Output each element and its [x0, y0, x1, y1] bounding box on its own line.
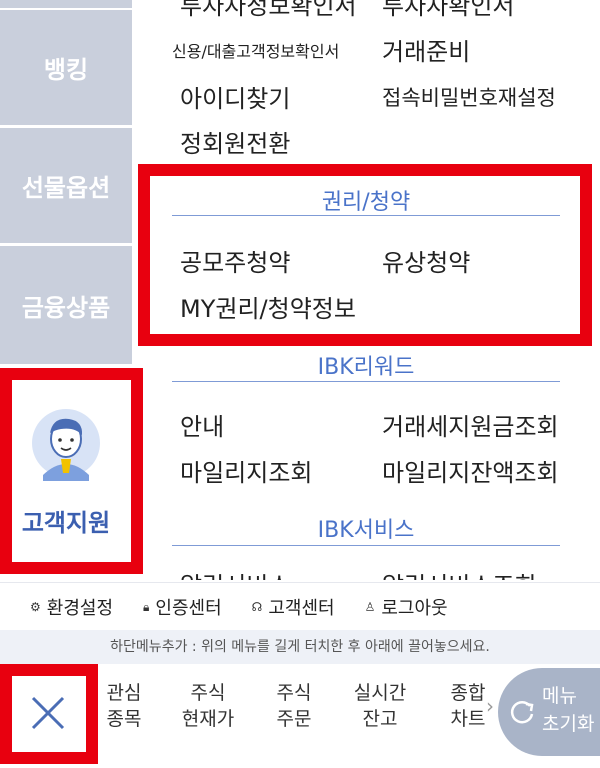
- bottom-menu-chart[interactable]: 종합 차트: [446, 680, 490, 732]
- bottom-menu-watchlist[interactable]: 관심 종목: [104, 680, 144, 732]
- bottom-menu-label: 종합: [450, 682, 486, 704]
- sidebar-item-banking[interactable]: 뱅킹: [0, 10, 132, 125]
- settings-link[interactable]: ⚙ 환경설정: [30, 594, 113, 620]
- chevron-right-icon: ›: [486, 694, 494, 718]
- utility-bar: ⚙ 환경설정 🔒︎ 인증센터 ☊ 고객센터 ♙ 로그아웃: [0, 582, 600, 631]
- menu-item-mileage[interactable]: 마일리지조회: [180, 453, 312, 488]
- menu-item-guide[interactable]: 안내: [180, 407, 224, 442]
- highlight-box-close: [0, 664, 98, 764]
- reset-label: 초기화: [542, 713, 595, 735]
- bottom-menu-realtime-balance[interactable]: 실시간 잔고: [350, 680, 410, 732]
- refresh-icon: [510, 701, 534, 724]
- headset-icon: ☊: [251, 600, 263, 614]
- gear-icon: ⚙: [30, 600, 41, 614]
- bottom-menu-label: 주식: [190, 682, 226, 704]
- sidebar-item-label: 뱅킹: [43, 56, 89, 84]
- menu-item-investor-confirm[interactable]: 투자자확인서: [382, 0, 514, 21]
- bottom-menu-bar: 관심 종목 주식 현재가 주식 주문 실시간 잔고 종합 차트 › 메뉴 초기화: [0, 664, 600, 764]
- bottom-menu-stock-order[interactable]: 주식 주문: [272, 680, 316, 732]
- menu-item-find-id[interactable]: 아이디찾기: [180, 79, 290, 114]
- sidebar-tab-top[interactable]: [0, 0, 132, 8]
- util-label: 고객센터: [268, 598, 335, 619]
- sidebar: 뱅킹 선물옵션 금융상품 고객지원: [0, 0, 143, 580]
- sidebar-item-financial-products[interactable]: 금융상품: [0, 246, 132, 364]
- bottom-menu-label: 현재가: [181, 708, 235, 730]
- user-icon: ♙: [364, 600, 376, 614]
- menu-item-mileage-balance[interactable]: 마일리지잔액조회: [382, 453, 559, 488]
- auth-center-link[interactable]: 🔒︎ 인증센터: [143, 594, 222, 620]
- bottom-menu-stock-price[interactable]: 주식 현재가: [178, 680, 238, 732]
- bottom-menu-label: 차트: [450, 708, 486, 730]
- bottom-menu-label: 실시간: [353, 682, 407, 704]
- menu-item-trade-prep[interactable]: 거래준비: [382, 32, 470, 67]
- menu-item-alert-service[interactable]: 알림서비스: [180, 566, 290, 580]
- bottom-menu-hint: 하단메뉴추가 : 위의 메뉴를 길게 터치한 후 아래에 끌어놓으세요.: [0, 630, 600, 664]
- customer-center-link[interactable]: ☊ 고객센터: [252, 594, 335, 620]
- sidebar-item-label: 금융상품: [21, 293, 111, 322]
- reset-label: 메뉴: [542, 685, 577, 707]
- section-divider: [172, 545, 560, 546]
- sidebar-item-label: 선물옵션: [21, 174, 111, 202]
- util-label: 환경설정: [46, 598, 114, 619]
- bottom-menu-label: 관심: [106, 682, 142, 704]
- section-title-service: IBK서비스: [317, 518, 415, 543]
- menu-item-reset-password[interactable]: 접속비밀번호재설정: [382, 82, 556, 112]
- logout-link[interactable]: ♙ 로그아웃: [365, 594, 448, 620]
- lock-icon: 🔒︎: [143, 599, 150, 614]
- highlight-box-support: [0, 368, 143, 574]
- section-title-reward: IBK리워드: [317, 355, 415, 380]
- util-label: 로그아웃: [381, 598, 448, 619]
- menu-item-tax-support[interactable]: 거래세지원금조회: [382, 407, 559, 442]
- menu-item-credit-info[interactable]: 신용/대출고객정보확인서: [172, 38, 339, 62]
- menu-reset-button[interactable]: 메뉴 초기화: [498, 668, 600, 756]
- menu-item-full-member[interactable]: 정회원전환: [180, 124, 290, 159]
- sidebar-item-futures-options[interactable]: 선물옵션: [0, 128, 132, 243]
- bottom-menu-label: 주식: [276, 682, 312, 704]
- util-label: 인증센터: [155, 598, 222, 619]
- section-divider: [172, 381, 560, 382]
- menu-panel: 투자자정보확인서 투자자확인서 신용/대출고객정보확인서 거래준비 아이디찾기 …: [132, 0, 600, 580]
- menu-item-alert-service-query[interactable]: 알림서비스조회: [382, 566, 537, 580]
- bottom-menu-label: 주문: [276, 708, 312, 730]
- bottom-menu-label: 종목: [106, 708, 142, 730]
- close-button[interactable]: [0, 664, 98, 764]
- highlight-box-rights: [138, 164, 592, 346]
- bottom-menu-label: 잔고: [362, 708, 398, 730]
- menu-item-investor-info[interactable]: 투자자정보확인서: [180, 0, 357, 21]
